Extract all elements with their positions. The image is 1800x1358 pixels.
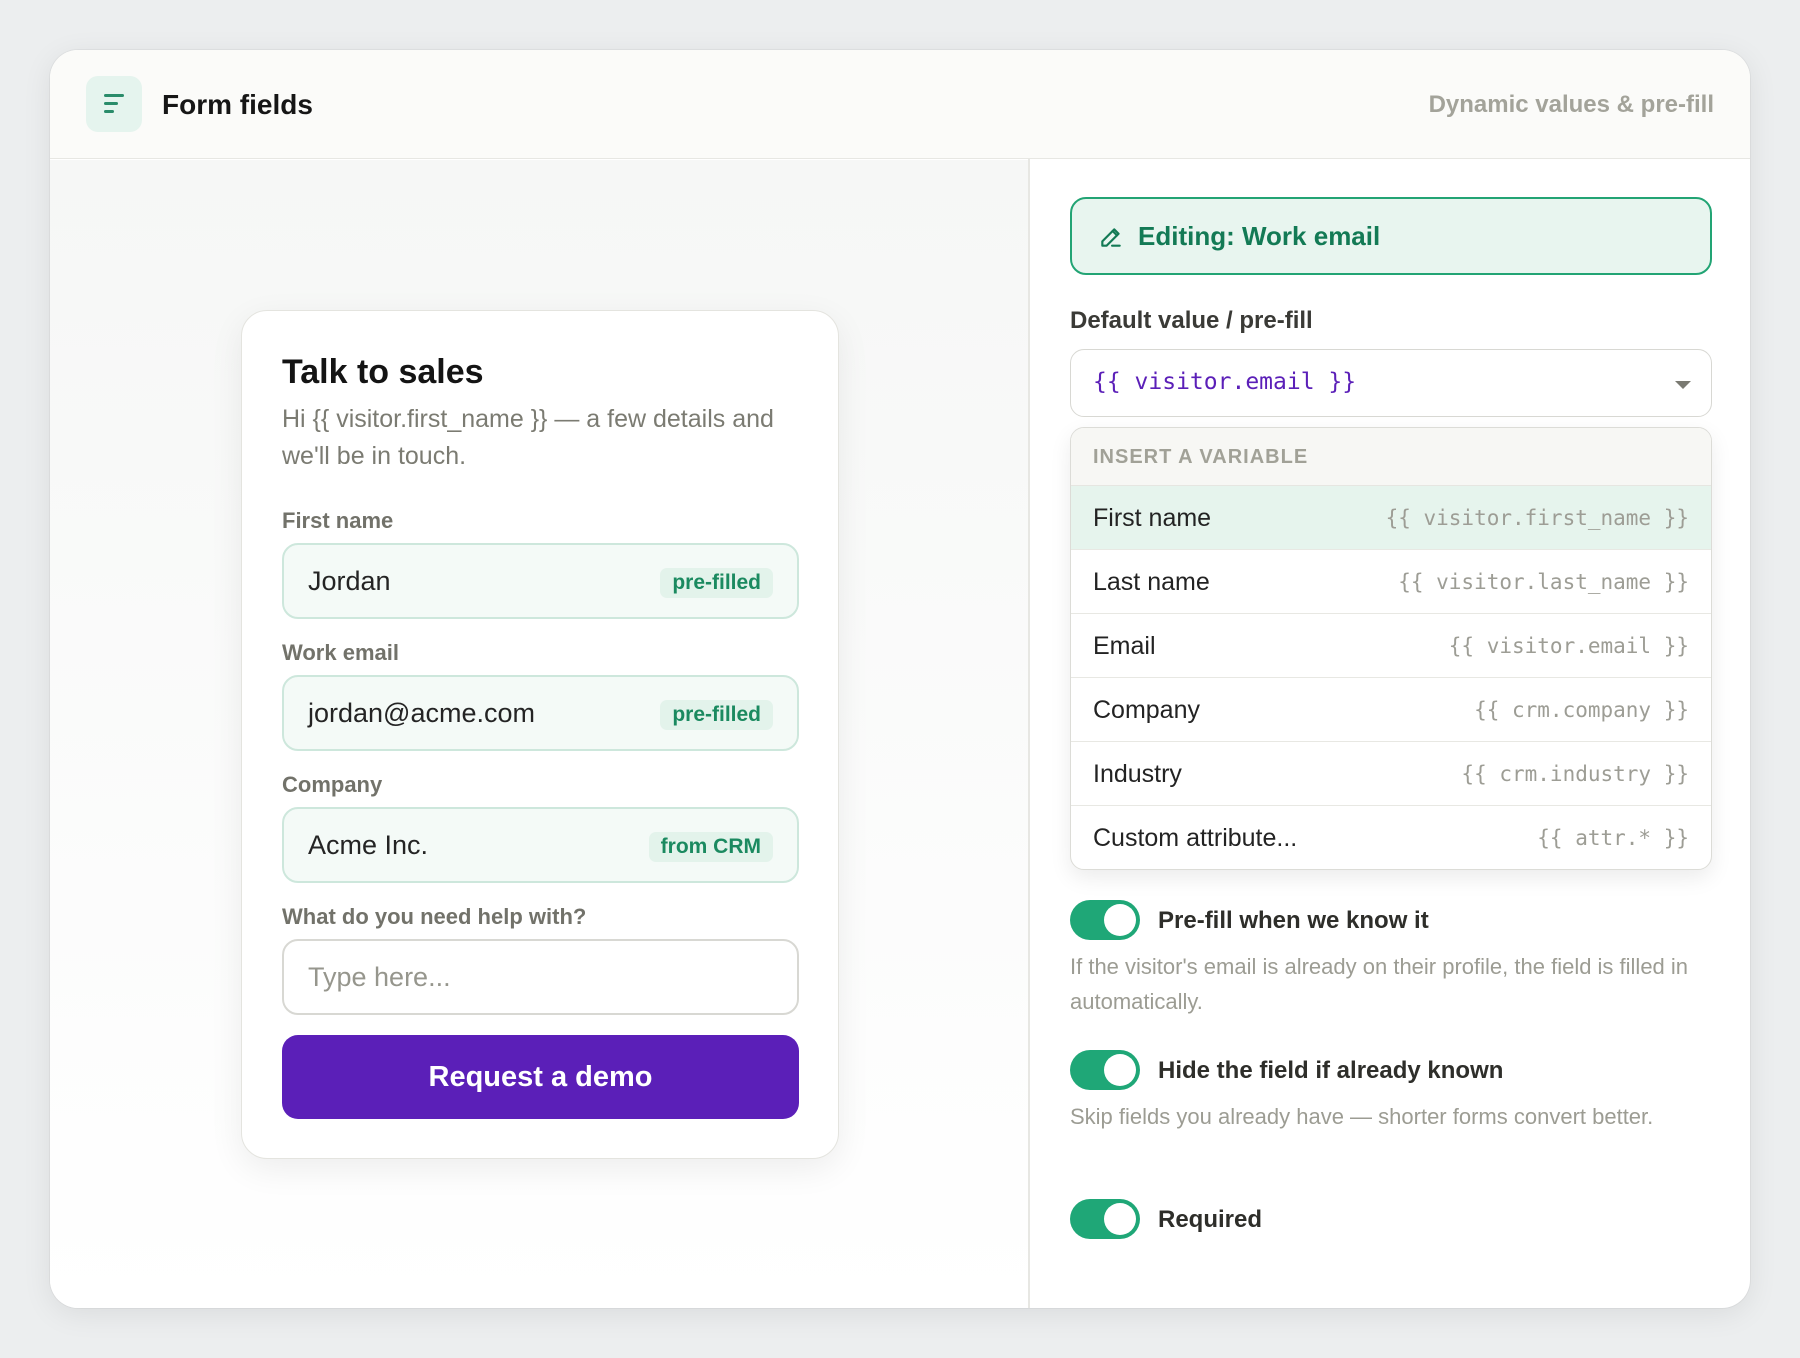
toggle-knob [1104, 904, 1136, 936]
default-value-text: {{ visitor.email }} [1093, 369, 1357, 395]
company-field[interactable]: Acme Inc. from CRM [282, 807, 799, 883]
page-subtitle: Dynamic values & pre-fill [1428, 91, 1714, 118]
hide-known-toggle-description: Skip fields you already have — shorter f… [1070, 1104, 1654, 1129]
help-textarea[interactable]: Type here... [282, 939, 799, 1015]
company-label: Company [282, 772, 383, 797]
text-align-left-icon [86, 76, 142, 132]
first-name-field[interactable]: Jordan pre-filled [282, 543, 799, 619]
work-email-label: Work email [282, 640, 399, 665]
option-code: {{ crm.company }} [1474, 698, 1689, 722]
option-name: Email [1093, 632, 1156, 660]
company-value: Acme Inc. [308, 830, 429, 860]
toggle-knob [1104, 1054, 1136, 1086]
required-toggle[interactable] [1070, 1199, 1140, 1239]
default-value-label: Default value / pre-fill [1070, 307, 1313, 334]
editing-banner: Editing: Work email [1070, 197, 1712, 275]
work-email-value: jordan@acme.com [308, 698, 535, 728]
header: Form fields Dynamic values & pre-fill [50, 50, 1750, 159]
form-subtitle: Hi {{ visitor.first_name }} — a few deta… [282, 405, 774, 470]
prefilled-badge: pre-filled [660, 700, 773, 730]
toggle-knob [1104, 1203, 1136, 1235]
variable-option-industry[interactable]: Industry {{ crm.industry }} [1071, 742, 1711, 806]
option-code: {{ visitor.email }} [1448, 634, 1689, 658]
prefill-toggle-description: If the visitor's email is already on the… [1070, 954, 1689, 1014]
option-name: First name [1093, 504, 1212, 532]
prefill-toggle-label: Pre-fill when we know it [1158, 907, 1429, 934]
variable-option-company[interactable]: Company {{ crm.company }} [1071, 678, 1711, 742]
from-crm-badge: from CRM [648, 832, 773, 862]
help-placeholder: Type here... [308, 962, 451, 992]
dropdown-header: INSERT A VARIABLE [1071, 428, 1711, 486]
variable-option-custom-attribute[interactable]: Custom attribute... {{ attr.* }} [1071, 806, 1711, 869]
option-code: {{ visitor.last_name }} [1398, 570, 1689, 594]
editing-label: Editing: Work email [1138, 221, 1381, 251]
form-preview-card: Talk to sales Hi {{ visitor.first_name }… [241, 310, 839, 1159]
work-email-field[interactable]: jordan@acme.com pre-filled [282, 675, 799, 751]
option-name: Last name [1093, 568, 1210, 596]
chevron-down-icon[interactable] [1675, 381, 1691, 389]
required-toggle-label: Required [1158, 1206, 1263, 1233]
pane-divider [1028, 159, 1030, 1308]
request-demo-button[interactable]: Request a demo [282, 1035, 799, 1119]
option-name: Custom attribute... [1093, 824, 1298, 852]
help-label: What do you need help with? [282, 904, 587, 929]
option-code: {{ visitor.first_name }} [1385, 506, 1689, 530]
option-code: {{ attr.* }} [1537, 826, 1689, 850]
pencil-icon [1101, 228, 1121, 247]
option-name: Company [1093, 696, 1200, 724]
form-title: Talk to sales [282, 353, 484, 391]
variable-option-first-name[interactable]: First name {{ visitor.first_name }} [1071, 486, 1711, 550]
variable-option-last-name[interactable]: Last name {{ visitor.last_name }} [1071, 550, 1711, 614]
prefilled-badge: pre-filled [660, 568, 773, 598]
first-name-value: Jordan [308, 566, 391, 596]
default-value-select[interactable]: {{ visitor.email }} [1070, 349, 1712, 417]
hide-known-toggle[interactable] [1070, 1050, 1140, 1090]
variable-dropdown: INSERT A VARIABLE First name {{ visitor.… [1070, 427, 1712, 870]
option-code: {{ crm.industry }} [1461, 762, 1689, 786]
first-name-label: First name [282, 508, 394, 533]
page-title: Form fields [162, 89, 313, 120]
variable-option-email[interactable]: Email {{ visitor.email }} [1071, 614, 1711, 678]
prefill-toggle[interactable] [1070, 900, 1140, 940]
option-name: Industry [1093, 760, 1182, 788]
hide-known-toggle-label: Hide the field if already known [1158, 1057, 1504, 1084]
